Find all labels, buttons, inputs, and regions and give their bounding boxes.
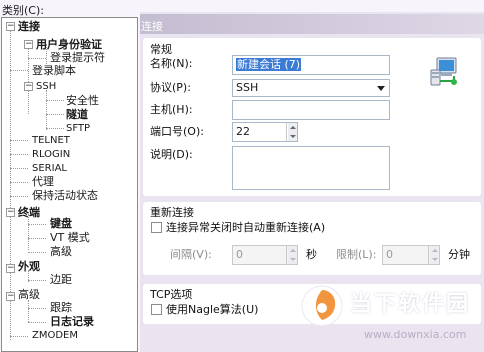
collapse-icon[interactable]: −	[6, 292, 15, 301]
port-input[interactable]: 22	[232, 122, 298, 142]
tree-connector	[28, 308, 46, 309]
tree-connector	[10, 140, 28, 141]
interval-unit: 秒	[306, 248, 317, 261]
tree-item-user-auth[interactable]: 用户身份验证	[36, 38, 102, 52]
tree-connector	[28, 252, 46, 253]
limit-unit: 分钟	[448, 248, 470, 261]
limit-input[interactable]: 0	[382, 245, 440, 265]
tree-item-keepalive[interactable]: 保持活动状态	[32, 189, 98, 203]
tree-connector	[28, 322, 46, 323]
spin-up-icon[interactable]	[288, 246, 297, 255]
tree-connector	[28, 238, 46, 239]
spin-up-icon[interactable]	[288, 123, 297, 132]
description-label: 说明(D):	[150, 148, 193, 161]
host-input[interactable]	[232, 100, 390, 120]
tree-item-login-script[interactable]: 登录脚本	[32, 64, 76, 78]
panel-header-bar	[140, 14, 484, 34]
tree-connector	[46, 100, 64, 101]
nagle-label: 使用Nagle算法(U)	[166, 303, 259, 316]
tree-item-login-prompt[interactable]: 登录提示符	[50, 51, 105, 65]
protocol-value: SSH	[236, 81, 259, 94]
tree-item-zmodem[interactable]: ZMODEM	[32, 329, 78, 343]
tree-item-terminal-advanced[interactable]: 高级	[50, 245, 72, 259]
auto-reconnect-label: 连接异常关闭时自动重新连接(A)	[166, 221, 326, 234]
spin-down-icon[interactable]	[288, 132, 297, 141]
nagle-checkbox[interactable]	[151, 304, 162, 315]
spin-up-icon[interactable]	[430, 246, 439, 255]
tree-connector	[28, 224, 46, 225]
collapse-icon[interactable]: −	[24, 82, 33, 91]
tree-connector	[28, 280, 46, 281]
tree-item-tunnel[interactable]: 隧道	[66, 108, 88, 122]
tree-connector	[10, 196, 28, 197]
chevron-down-icon	[377, 86, 385, 91]
collapse-icon[interactable]: −	[6, 22, 15, 31]
tree-connector	[10, 168, 28, 169]
tree-connector	[28, 58, 46, 59]
category-tree[interactable]: − − − − − − 连接 用户身份验证 登录提示符 登录脚本 SSH 安全性…	[1, 17, 138, 352]
limit-label: 限制(L):	[336, 248, 377, 261]
tree-item-proxy[interactable]: 代理	[32, 175, 54, 189]
panel-header: 连接	[141, 20, 163, 33]
collapse-icon[interactable]: −	[6, 208, 15, 217]
tree-connector	[46, 114, 64, 115]
spin-down-icon[interactable]	[430, 255, 439, 264]
protocol-select[interactable]: SSH	[232, 79, 390, 97]
interval-value: 0	[236, 248, 243, 261]
protocol-label: 协议(P):	[150, 81, 191, 94]
general-section-title: 常规	[150, 43, 172, 56]
limit-spinner[interactable]	[428, 246, 439, 264]
tree-item-keyboard[interactable]: 键盘	[50, 217, 72, 231]
collapse-icon[interactable]: −	[24, 40, 33, 49]
port-spinner[interactable]	[286, 123, 297, 141]
tree-item-serial[interactable]: SERIAL	[32, 162, 67, 176]
tree-item-vt-mode[interactable]: VT 模式	[50, 231, 90, 245]
tree-connector	[10, 70, 28, 71]
name-label: 名称(N):	[150, 57, 193, 70]
tree-connector	[10, 336, 28, 337]
auto-reconnect-checkbox[interactable]	[151, 222, 162, 233]
reconnect-section-title: 重新连接	[150, 206, 194, 219]
limit-value: 0	[386, 248, 393, 261]
tree-connector	[10, 182, 28, 183]
tree-connector	[28, 44, 29, 114]
description-input[interactable]	[232, 146, 390, 190]
tree-connector	[28, 300, 29, 322]
collapse-icon[interactable]: −	[6, 264, 15, 273]
port-value: 22	[236, 125, 250, 138]
name-input[interactable]: 新建会话 (7)	[232, 55, 390, 75]
tree-item-connection[interactable]: 连接	[18, 20, 40, 34]
tree-item-trace[interactable]: 跟踪	[50, 301, 72, 315]
tcp-section-title: TCP选项	[150, 288, 193, 301]
tree-item-logging[interactable]: 日志记录	[50, 315, 94, 329]
interval-spinner[interactable]	[286, 246, 297, 264]
name-value: 新建会话 (7)	[236, 58, 302, 71]
tree-connector	[10, 154, 28, 155]
network-computer-icon	[428, 55, 462, 89]
tree-connector	[46, 90, 47, 130]
spin-down-icon[interactable]	[288, 255, 297, 264]
interval-label: 间隔(V):	[170, 248, 212, 261]
tree-connector	[46, 128, 64, 129]
host-label: 主机(H):	[150, 103, 193, 116]
tree-item-terminal[interactable]: 终端	[18, 206, 40, 220]
tree-item-appearance[interactable]: 外观	[18, 260, 40, 274]
tree-item-margins[interactable]: 边距	[50, 273, 72, 287]
tree-item-telnet[interactable]: TELNET	[32, 134, 70, 148]
interval-input[interactable]: 0	[232, 245, 298, 265]
tree-item-rlogin[interactable]: RLOGIN	[32, 148, 70, 162]
port-label: 端口号(O):	[150, 125, 204, 138]
category-label: 类别(C):	[2, 4, 44, 17]
tree-item-security[interactable]: 安全性	[66, 94, 99, 108]
tree-item-advanced[interactable]: 高级	[18, 288, 40, 302]
tree-item-ssh[interactable]: SSH	[36, 80, 56, 94]
